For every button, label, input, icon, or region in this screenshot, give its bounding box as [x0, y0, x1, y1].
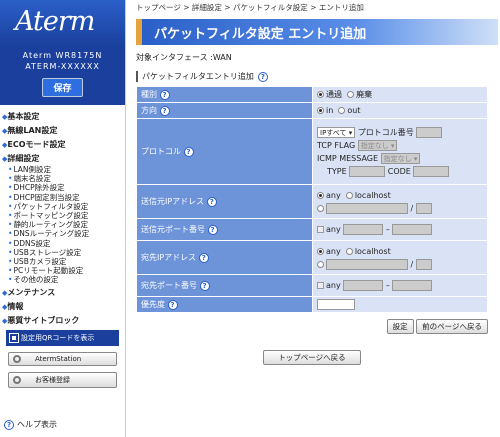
filter-form-table: 種別 ? 通過 廃棄 方向 ? in out プロトコル ? IPすべて ▾ プ…	[136, 86, 488, 313]
nav-wireless[interactable]: ◆無線LAN設定	[0, 123, 125, 137]
set-button[interactable]: 設定	[386, 319, 414, 334]
model-info: Aterm WR8175N ATERM-XXXXXX	[0, 48, 125, 74]
main-content: トップページ > 詳細設定 > パケットフィルタ設定 > エントリ追加 パケット…	[136, 0, 498, 365]
row-src-ip: 送信元IPアドレス ? any localhost /	[136, 184, 488, 219]
priority-label: 優先度	[141, 300, 165, 309]
row-dst-port: 宛先ポート番号 ? any –	[136, 274, 488, 297]
back-to-top-button[interactable]: トップページへ戻る	[263, 350, 361, 365]
help-icon[interactable]: ?	[206, 196, 217, 207]
type-label: 種別	[141, 90, 157, 99]
nav-sub-usb-storage[interactable]: USBストレージ設定	[0, 248, 125, 257]
nav-sub-usb-camera[interactable]: USBカメラ設定	[0, 257, 125, 266]
dst-ip-label: 宛先IPアドレス	[141, 253, 197, 262]
save-area: 保存	[0, 74, 125, 106]
help-icon[interactable]: ?	[198, 252, 209, 263]
nav-sub-port-mapping[interactable]: ポートマッピング設定	[0, 211, 125, 220]
icmp-message-select[interactable]: 指定なし ▾	[380, 152, 421, 164]
protocol-select[interactable]: IPすべて ▾	[317, 126, 356, 138]
tcp-flag-select[interactable]: 指定なし ▾	[357, 139, 398, 151]
customer-registration-button[interactable]: お客様登録	[8, 371, 117, 388]
help-icon[interactable]: ?	[257, 71, 268, 82]
row-direction: 方向 ? in out	[136, 102, 488, 119]
nav-sub-other[interactable]: その他の設定	[0, 275, 125, 284]
row-type: 種別 ? 通過 廃棄	[136, 86, 488, 103]
nav-sub-lan[interactable]: LAN側設定	[0, 165, 125, 174]
model-serial: ATERM-XXXXXX	[25, 62, 100, 71]
model-name: Aterm WR8175N	[22, 51, 103, 60]
page-title: パケットフィルタ設定 エントリ追加	[136, 19, 498, 45]
help-icon[interactable]: ?	[159, 89, 170, 100]
src-port-end-input[interactable]	[392, 224, 433, 235]
dst-port-start-input[interactable]	[343, 280, 384, 291]
direction-in-radio[interactable]	[317, 107, 324, 114]
src-ip-localhost-radio[interactable]	[345, 191, 353, 199]
ring-icon	[13, 354, 21, 363]
type-pass-radio[interactable]	[317, 91, 324, 98]
save-button[interactable]: 保存	[42, 78, 83, 97]
row-priority: 優先度 ?	[136, 296, 488, 313]
help-icon[interactable]: ?	[167, 299, 178, 310]
protocol-number-input[interactable]	[416, 126, 443, 138]
help-icon[interactable]: ?	[199, 280, 210, 291]
nav-sub-dns-routing[interactable]: DNSルーティング設定	[0, 229, 125, 238]
src-ip-label: 送信元IPアドレス	[141, 197, 205, 206]
src-port-any-checkbox[interactable]	[317, 226, 324, 233]
nav-basic[interactable]: ◆基本設定	[0, 109, 125, 123]
help-icon[interactable]: ?	[207, 224, 218, 235]
target-interface: 対象インタフェース :WAN	[136, 53, 232, 62]
action-row: 設定 前のページへ戻る	[136, 319, 488, 334]
src-port-label: 送信元ポート番号	[141, 225, 205, 234]
protocol-label: プロトコル	[141, 147, 181, 156]
aterm-station-button[interactable]: AtermStation	[8, 351, 117, 366]
dst-ip-input[interactable]	[326, 258, 408, 270]
dst-port-end-input[interactable]	[392, 280, 433, 291]
help-icon[interactable]: ?	[183, 146, 194, 157]
help-icon: ?	[4, 419, 14, 430]
nav-malicious-block[interactable]: ◆悪質サイトブロック	[0, 313, 125, 327]
nav-sub-dhcp-fixed[interactable]: DHCP固定割当設定	[0, 193, 125, 202]
dst-port-any-checkbox[interactable]	[317, 282, 324, 289]
src-ip-mask-input[interactable]	[415, 202, 432, 214]
nav-eco[interactable]: ◆ECOモード設定	[0, 137, 125, 151]
nav-maintenance[interactable]: ◆メンテナンス	[0, 285, 125, 299]
ring-icon	[13, 375, 21, 384]
back-top-row: トップページへ戻る	[136, 350, 488, 365]
nav-info[interactable]: ◆情報	[0, 299, 125, 313]
src-ip-any-radio[interactable]	[317, 191, 324, 199]
dst-ip-localhost-radio[interactable]	[345, 247, 353, 255]
nav-sub-packet-filter[interactable]: パケットフィルタ設定	[0, 202, 125, 211]
nav-sub-ddns[interactable]: DDNS設定	[0, 239, 125, 248]
icmp-code-input[interactable]	[413, 165, 450, 177]
nav-detail[interactable]: ◆詳細設定	[0, 151, 125, 165]
icmp-type-input[interactable]	[349, 165, 386, 177]
aterm-logo: Aterm	[0, 0, 125, 48]
help-toggle[interactable]: ? ヘルプ表示	[4, 419, 57, 430]
src-port-start-input[interactable]	[343, 224, 384, 235]
sidebar-nav: ◆基本設定 ◆無線LAN設定 ◆ECOモード設定 ◆詳細設定 LAN側設定 端末…	[0, 106, 125, 327]
src-ip-custom-radio[interactable]	[317, 204, 324, 212]
dst-ip-any-radio[interactable]	[317, 247, 324, 255]
sidebar: Aterm Aterm WR8175N ATERM-XXXXXX 保存 ◆基本設…	[0, 0, 126, 437]
direction-out-radio[interactable]	[338, 107, 346, 114]
dst-ip-mask-input[interactable]	[415, 258, 432, 270]
row-src-port: 送信元ポート番号 ? any –	[136, 218, 488, 241]
nav-sub-dhcp-exclude[interactable]: DHCP除外設定	[0, 183, 125, 192]
breadcrumb: トップページ > 詳細設定 > パケットフィルタ設定 > エントリ追加	[136, 3, 364, 12]
direction-label: 方向	[141, 106, 157, 115]
row-protocol: プロトコル ? IPすべて ▾ プロトコル番号 TCP FLAG 指定なし ▾ …	[136, 118, 488, 185]
dst-ip-custom-radio[interactable]	[317, 260, 324, 268]
help-icon[interactable]: ?	[159, 105, 170, 116]
row-dst-ip: 宛先IPアドレス ? any localhost /	[136, 240, 488, 275]
qr-icon	[9, 332, 19, 343]
section-title: パケットフィルタエントリ追加?	[136, 71, 498, 82]
type-drop-radio[interactable]	[347, 91, 355, 98]
qr-code-button[interactable]: 設定用QRコードを表示	[6, 329, 119, 346]
priority-input[interactable]	[317, 299, 355, 310]
dst-port-label: 宛先ポート番号	[141, 281, 197, 290]
src-ip-input[interactable]	[326, 202, 408, 214]
prev-page-button[interactable]: 前のページへ戻る	[416, 319, 488, 334]
